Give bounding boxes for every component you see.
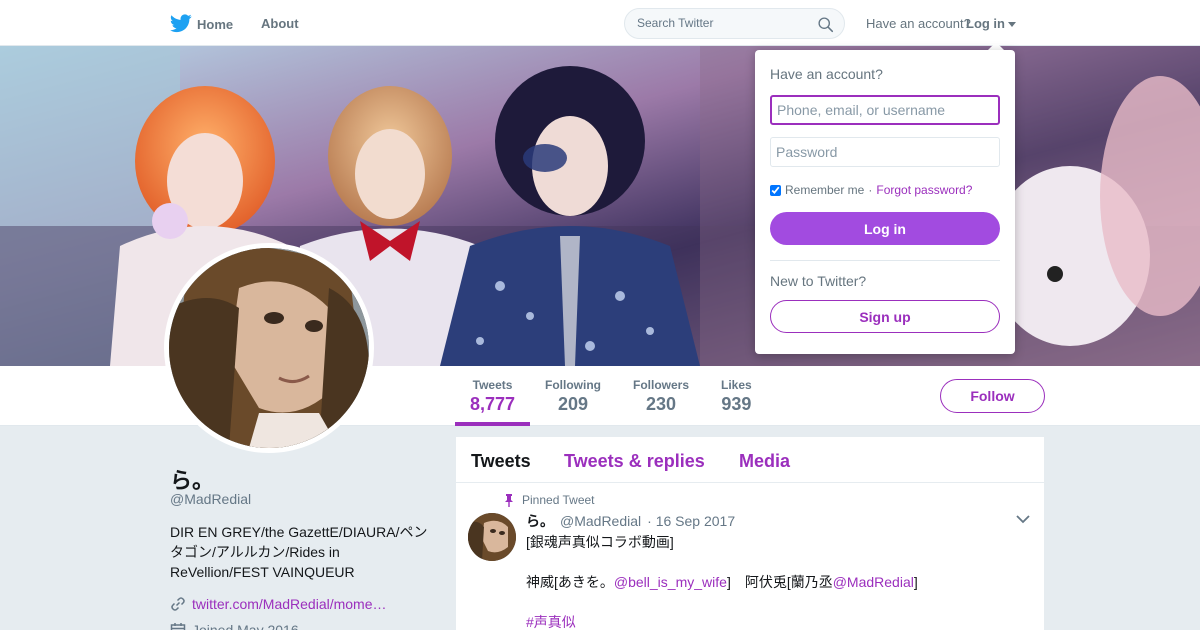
profile-bio: DIR EN GREY/the GazettE/DIAURA/ペン タゴン/アル… [170,522,435,582]
avatar-photo [169,248,369,448]
tweet-line: 神威[あきを。@bell_is_my_wife] 阿伏兎[蘭乃丞@MadRedi… [526,572,1026,592]
top-navigation: Home About Have an account? Log in [0,0,1200,46]
hashtag-link[interactable]: #声真似 [526,614,576,630]
pinned-tweet-indicator: Pinned Tweet [504,493,595,507]
tab-tweets[interactable]: Tweets [471,451,531,472]
tweet-avatar-photo [468,513,516,561]
tweet-author-avatar[interactable] [468,513,516,561]
remember-me-label[interactable]: Remember me [785,183,864,197]
bio-line: DIR EN GREY/the GazettE/DIAURA/ペン [170,524,428,540]
username-field[interactable] [770,95,1000,125]
search-icon[interactable] [817,16,834,33]
tweet-timestamp[interactable]: · 16 Sep 2017 [647,513,735,529]
tweet-text: [銀魂声真似コラボ動画] 神威[あきを。@bell_is_my_wife] 阿伏… [526,532,1026,630]
twitter-bird-icon [170,14,192,33]
stat-followers-label: Followers [633,378,690,392]
stat-following-value: 209 [557,394,589,414]
stat-tweets-label: Tweets [472,378,513,392]
nav-home-link[interactable]: Home [170,14,233,34]
profile-joined: Joined May 2016 [170,622,299,630]
search-input[interactable] [637,16,807,30]
tweet-header: ら。 @MadRedial · 16 Sep 2017 [526,511,735,531]
tweet-line: [銀魂声真似コラボ動画] [526,534,674,550]
login-dropdown: Have an account? Remember me · Forgot pa… [755,50,1015,354]
chevron-down-icon[interactable] [1016,514,1030,524]
stat-followers[interactable]: Followers 230 [633,378,689,415]
stat-likes-value: 939 [721,394,752,414]
nav-home-label: Home [197,16,234,32]
stat-tweets-value: 8,777 [470,394,516,414]
stat-following[interactable]: Following 209 [545,378,601,415]
separator-dot: · [868,183,873,197]
login-dropdown-title: Have an account? [770,66,883,82]
stat-followers-value: 230 [645,394,677,414]
profile-joined-text: Joined May 2016 [192,622,299,630]
password-field[interactable] [770,137,1000,167]
dropdown-divider [770,260,1000,261]
timeline-tabs: Tweets Tweets & replies Media [456,437,1044,483]
link-icon [171,597,185,611]
tweet-author-handle[interactable]: @MadRedial [560,513,641,529]
stat-likes-label: Likes [721,378,752,392]
have-account-text: Have an account? [866,16,971,31]
tweet-text-segment: ] 阿伏兎[蘭乃丞 [726,574,833,590]
active-stat-underline [455,422,530,426]
login-button[interactable]: Log in [770,212,1000,245]
stat-following-label: Following [545,378,601,392]
tab-tweets-and-replies[interactable]: Tweets & replies [564,451,705,472]
bio-line: ReVellion/FEST VAINQUEUR [170,564,355,580]
pinned-tweet-label: Pinned Tweet [522,493,595,507]
pin-icon [505,493,513,507]
calendar-icon [170,623,186,630]
profile-website-link[interactable]: twitter.com/MadRedial/mome… [170,596,387,612]
remember-me-checkbox[interactable] [770,184,781,196]
search-box[interactable] [624,8,845,39]
profile-avatar[interactable] [164,243,374,453]
stat-likes[interactable]: Likes 939 [721,378,752,415]
mention-link[interactable]: @bell_is_my_wife [614,574,727,590]
tab-media[interactable]: Media [739,451,790,472]
tweet-author-name[interactable]: ら。 [526,511,554,531]
profile-website-text: twitter.com/MadRedial/mome… [192,596,387,612]
follow-button[interactable]: Follow [940,379,1045,413]
timeline: Tweets Tweets & replies Media Pinned Twe… [456,437,1044,630]
caret-down-icon [1008,21,1016,27]
tweet-text-segment: 神威[あきを。 [526,574,614,590]
remember-me-row: Remember me · Forgot password? [770,183,972,197]
login-menu-toggle[interactable]: Log in [966,16,1016,31]
forgot-password-link[interactable]: Forgot password? [876,183,972,197]
mention-link[interactable]: @MadRedial [833,574,914,590]
new-to-twitter-text: New to Twitter? [770,273,867,289]
profile-handle[interactable]: @MadRedial [170,491,251,507]
stat-tweets[interactable]: Tweets 8,777 [470,378,515,415]
nav-about-link[interactable]: About [261,16,299,31]
tweet-text-segment: ] [913,574,918,590]
bio-line: タゴン/アルルカン/Rides in [170,544,340,560]
signup-button[interactable]: Sign up [770,300,1000,333]
login-menu-label: Log in [966,16,1005,31]
